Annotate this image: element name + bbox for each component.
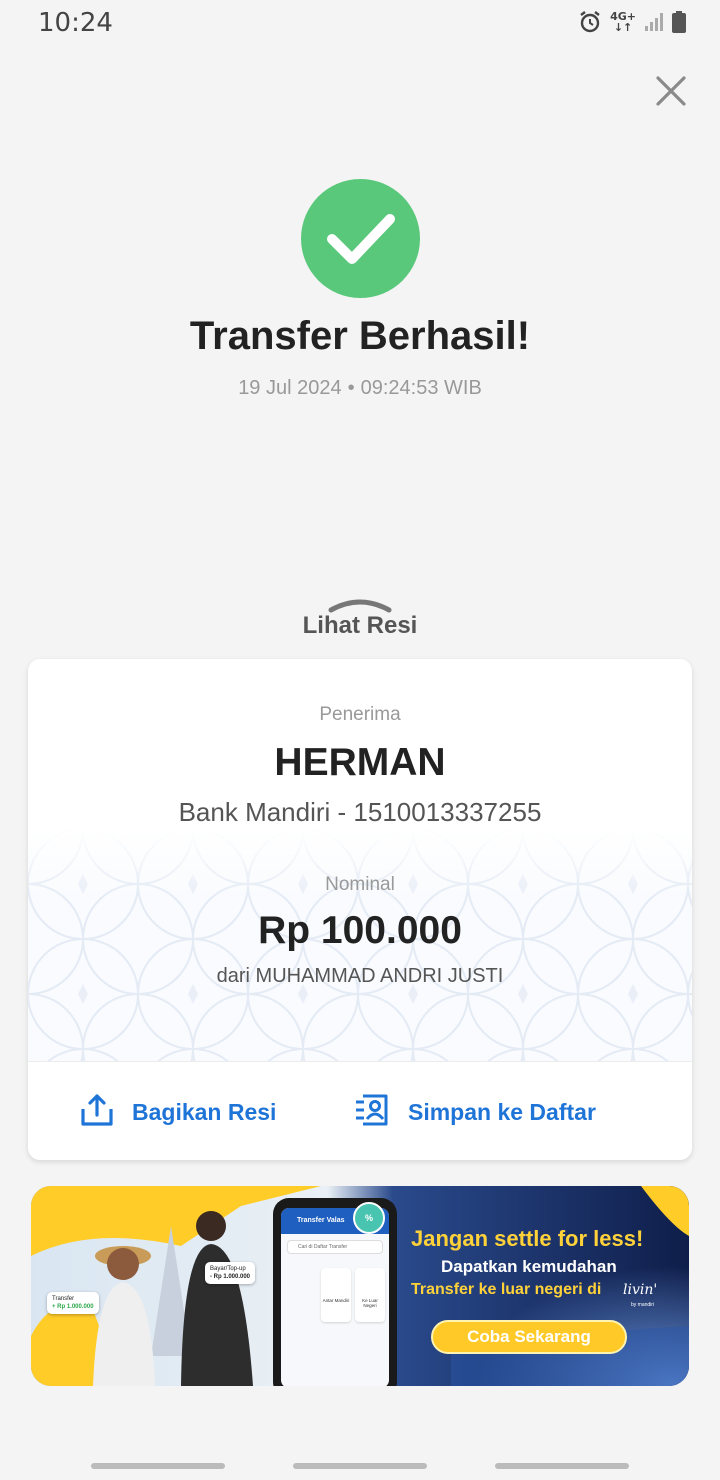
receipt-card: Penerima HERMAN Bank Mandiri - 151001333… <box>28 659 692 1160</box>
page-title: Transfer Berhasil! <box>189 314 531 358</box>
status-icons: 4G+ ↓↑ <box>578 10 686 34</box>
recipient-name: HERMAN <box>274 741 446 784</box>
promo-banner[interactable]: Transfer Valas Cari di Daftar Transfer A… <box>31 1186 689 1386</box>
battery-icon <box>672 11 686 33</box>
close-button[interactable] <box>650 72 692 114</box>
signal-icon <box>644 12 664 32</box>
status-bar: 10:24 4G+ ↓↑ <box>0 0 720 44</box>
add-contact-icon <box>354 1092 390 1133</box>
promo-headline: Jangan settle for less! <box>411 1226 644 1251</box>
promo-subtitle-2: Transfer ke luar negeri di <box>411 1281 602 1298</box>
promo-chip-transfer: Transfer + Rp 1.000.000 <box>47 1292 99 1314</box>
sender-name: dari MUHAMMAD ANDRI JUSTI <box>216 965 504 987</box>
share-icon <box>80 1093 114 1132</box>
save-to-list-button[interactable]: Simpan ke Daftar <box>354 1077 596 1147</box>
network-4g-icon: 4G+ ↓↑ <box>610 11 636 33</box>
transaction-time: 09:24:53 WIB <box>360 377 482 399</box>
share-receipt-label: Bagikan Resi <box>132 1098 277 1125</box>
promo-subtitle-1: Dapatkan kemudahan <box>441 1257 617 1276</box>
promo-chip-payment-amount: - Rp 1.000.000 <box>210 1274 251 1280</box>
promo-chip-transfer-label: Transfer <box>52 1296 75 1302</box>
phone-search-field: Cari di Daftar Transfer <box>287 1240 383 1254</box>
transfer-success-screen: 10:24 4G+ ↓↑ Transfer Berhasil! 19 Jul 2… <box>0 0 720 1480</box>
nav-gesture-home[interactable] <box>293 1463 427 1469</box>
share-receipt-button[interactable]: Bagikan Resi <box>80 1077 276 1147</box>
livin-logo-sub: by mandiri <box>631 1302 655 1308</box>
view-receipt-label: Lihat Resi <box>302 612 418 639</box>
promo-chip-transfer-amount: + Rp 1.000.000 <box>52 1304 94 1310</box>
network-activity-label: ↓↑ <box>613 21 633 34</box>
promo-cta-button[interactable]: Coba Sekarang <box>431 1320 627 1354</box>
status-time: 10:24 <box>38 8 113 38</box>
phone-tile-luar-negeri: Ke Luar Negeri <box>355 1268 385 1322</box>
view-receipt-toggle[interactable]: Lihat Resi <box>260 594 460 650</box>
promo-chip-payment-label: Bayar/Top-up <box>210 1266 246 1272</box>
recipient-bank-account: Bank Mandiri - 1510013337255 <box>178 797 542 827</box>
transaction-date: 19 Jul 2024 <box>238 377 342 399</box>
save-to-list-label: Simpan ke Daftar <box>408 1098 596 1125</box>
phone-screen: Transfer Valas Cari di Daftar Transfer A… <box>281 1208 389 1386</box>
promo-chip-payment: Bayar/Top-up - Rp 1.000.000 <box>205 1262 256 1284</box>
transaction-datetime: 19 Jul 2024 • 09:24:53 WIB <box>0 377 720 400</box>
close-icon <box>656 75 686 111</box>
card-divider <box>28 1061 692 1062</box>
percent-icon: % <box>353 1202 385 1234</box>
transfer-amount: Rp 100.000 <box>258 909 462 952</box>
nav-gesture-left[interactable] <box>91 1463 225 1469</box>
amount-label: Nominal <box>325 874 395 895</box>
recipient-label: Penerima <box>319 704 401 725</box>
check-circle-icon <box>301 179 420 298</box>
livin-logo: livin' <box>623 1282 658 1298</box>
alarm-icon <box>578 10 602 34</box>
phone-tile-antar-mandiri: Antar Mandiri <box>321 1268 351 1322</box>
nav-gesture-right[interactable] <box>495 1463 629 1469</box>
datetime-separator: • <box>347 377 355 399</box>
